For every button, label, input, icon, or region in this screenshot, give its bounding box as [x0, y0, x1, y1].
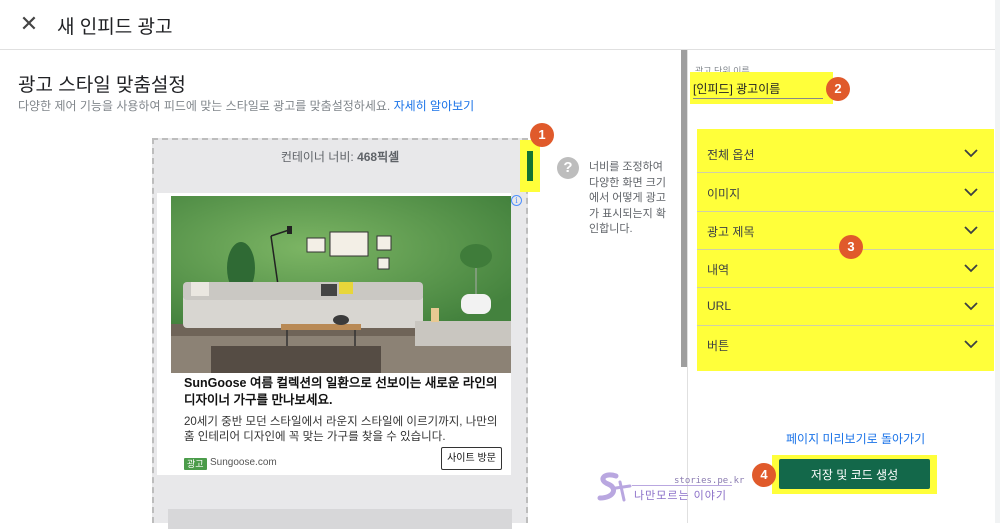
info-icon[interactable]: i: [511, 195, 522, 206]
step-marker: 4: [752, 463, 776, 487]
ad-headline[interactable]: SunGoose 여름 컬렉션의 일환으로 선보이는 새로운 라인의 디자이너 …: [184, 375, 504, 409]
style-option-label: URL: [707, 299, 732, 313]
watermark-logo-icon: [597, 472, 632, 502]
step-marker: 3: [839, 235, 863, 259]
right-edge-scrollbar[interactable]: [995, 0, 1000, 523]
style-option-row[interactable]: 전체 옵션: [697, 135, 994, 173]
help-icon[interactable]: ?: [557, 157, 579, 179]
section-description-text: 다양한 제어 기능을 사용하여 피드에 맞는 스타일로 광고를 맞춤설정하세요.: [18, 99, 391, 113]
section-description: 다양한 제어 기능을 사용하여 피드에 맞는 스타일로 광고를 맞춤설정하세요.…: [18, 97, 474, 114]
watermark-divider: [632, 485, 732, 486]
ad-preview-container: 컨테이너 너비: 468픽셀 SunGoose 여름 컬렉션의 일환으로 선보이…: [152, 138, 528, 529]
chevron-down-icon[interactable]: [963, 298, 979, 314]
style-option-label: 전체 옵션: [707, 148, 755, 162]
close-icon[interactable]: ✕: [18, 13, 40, 35]
step-marker: 1: [530, 123, 554, 147]
ad-card[interactable]: SunGoose 여름 컬렉션의 일환으로 선보이는 새로운 라인의 디자이너 …: [157, 193, 511, 475]
step-marker: 2: [826, 77, 850, 101]
back-to-preview-link[interactable]: 페이지 미리보기로 돌아가기: [786, 430, 925, 447]
chevron-down-icon[interactable]: [963, 145, 979, 161]
visit-site-button[interactable]: 사이트 방문: [441, 447, 502, 470]
ad-domain[interactable]: Sungoose.com: [210, 457, 277, 468]
ad-image: [171, 196, 511, 373]
style-option-label: 이미지: [707, 187, 741, 201]
resize-handle[interactable]: [527, 151, 533, 181]
style-option-row[interactable]: URL: [697, 288, 994, 326]
style-option-label: 내역: [707, 263, 730, 277]
chevron-down-icon[interactable]: [963, 260, 979, 276]
chevron-down-icon[interactable]: [963, 336, 979, 352]
next-feed-item-placeholder: [168, 509, 512, 529]
watermark-text: 나만모르는 이야기: [634, 490, 728, 502]
chevron-down-icon[interactable]: [963, 184, 979, 200]
style-option-label: 광고 제목: [707, 225, 755, 239]
chevron-down-icon[interactable]: [963, 222, 979, 238]
style-option-row[interactable]: 이미지: [697, 174, 994, 212]
page-title: 새 인피드 광고: [57, 17, 173, 38]
help-text: 너비를 조정하여 다양한 화면 크기에서 어떻게 광고가 표시되는지 확인합니다…: [589, 161, 666, 235]
container-width-label: 컨테이너 너비:: [280, 150, 358, 164]
learn-more-link[interactable]: 자세히 알아보기: [394, 99, 475, 113]
save-and-generate-code-button[interactable]: 저장 및 코드 생성: [779, 459, 930, 489]
header: ✕ 새 인피드 광고: [0, 0, 1000, 50]
ad-description: 20세기 중반 모던 스타일에서 라운지 스타일에 이르기까지, 나만의 홈 인…: [184, 416, 498, 443]
container-width-value: 468픽셀: [357, 150, 400, 164]
container-width-readout: 컨테이너 너비: 468픽셀: [154, 148, 526, 165]
section-title: 광고 스타일 맞춤설정: [18, 75, 186, 96]
ad-unit-name-input[interactable]: [693, 79, 823, 99]
style-option-label: 버튼: [707, 339, 730, 353]
style-option-row[interactable]: 버튼: [697, 326, 994, 364]
ad-badge: 광고: [184, 458, 207, 470]
